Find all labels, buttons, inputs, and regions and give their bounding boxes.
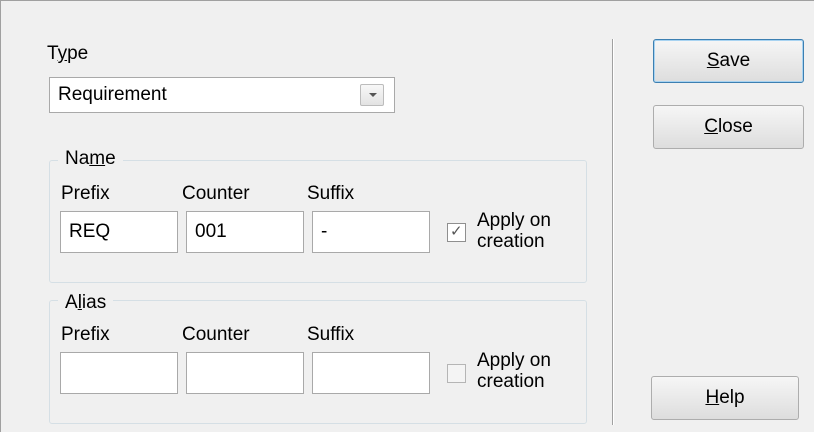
type-dropdown[interactable]: Requirement bbox=[49, 77, 395, 113]
vertical-divider bbox=[612, 39, 614, 425]
name-counter-label: Counter bbox=[182, 183, 250, 204]
alias-group-legend: Alias bbox=[58, 292, 114, 314]
alias-suffix-input[interactable] bbox=[312, 352, 430, 394]
alias-suffix-label: Suffix bbox=[307, 324, 355, 345]
settings-dialog: Type Requirement Name Prefix Counter Suf… bbox=[0, 0, 814, 432]
alias-prefix-input[interactable] bbox=[60, 352, 178, 394]
close-button[interactable]: Close bbox=[653, 105, 804, 149]
name-counter-input[interactable]: 001 bbox=[186, 211, 304, 253]
alias-counter-label: Counter bbox=[182, 324, 250, 345]
alias-counter-input[interactable] bbox=[186, 352, 304, 394]
dropdown-button[interactable] bbox=[360, 84, 384, 106]
save-button[interactable]: Save bbox=[653, 39, 804, 83]
help-button[interactable]: Help bbox=[651, 376, 799, 420]
name-group-legend: Name bbox=[58, 148, 123, 170]
name-suffix-label: Suffix bbox=[307, 183, 355, 204]
name-suffix-input[interactable]: - bbox=[312, 211, 430, 253]
name-apply-checkbox[interactable]: ✓ bbox=[447, 223, 466, 242]
alias-apply-label: Apply on creation bbox=[477, 350, 551, 392]
name-apply-label: Apply on creation bbox=[477, 210, 551, 252]
checkmark-icon: ✓ bbox=[450, 223, 463, 240]
alias-prefix-label: Prefix bbox=[61, 324, 110, 345]
type-label: Type bbox=[47, 43, 89, 64]
type-dropdown-value: Requirement bbox=[58, 84, 167, 105]
name-prefix-input[interactable]: REQ bbox=[60, 211, 178, 253]
chevron-down-icon bbox=[369, 93, 377, 97]
alias-apply-checkbox[interactable] bbox=[447, 364, 466, 383]
name-prefix-label: Prefix bbox=[61, 183, 110, 204]
